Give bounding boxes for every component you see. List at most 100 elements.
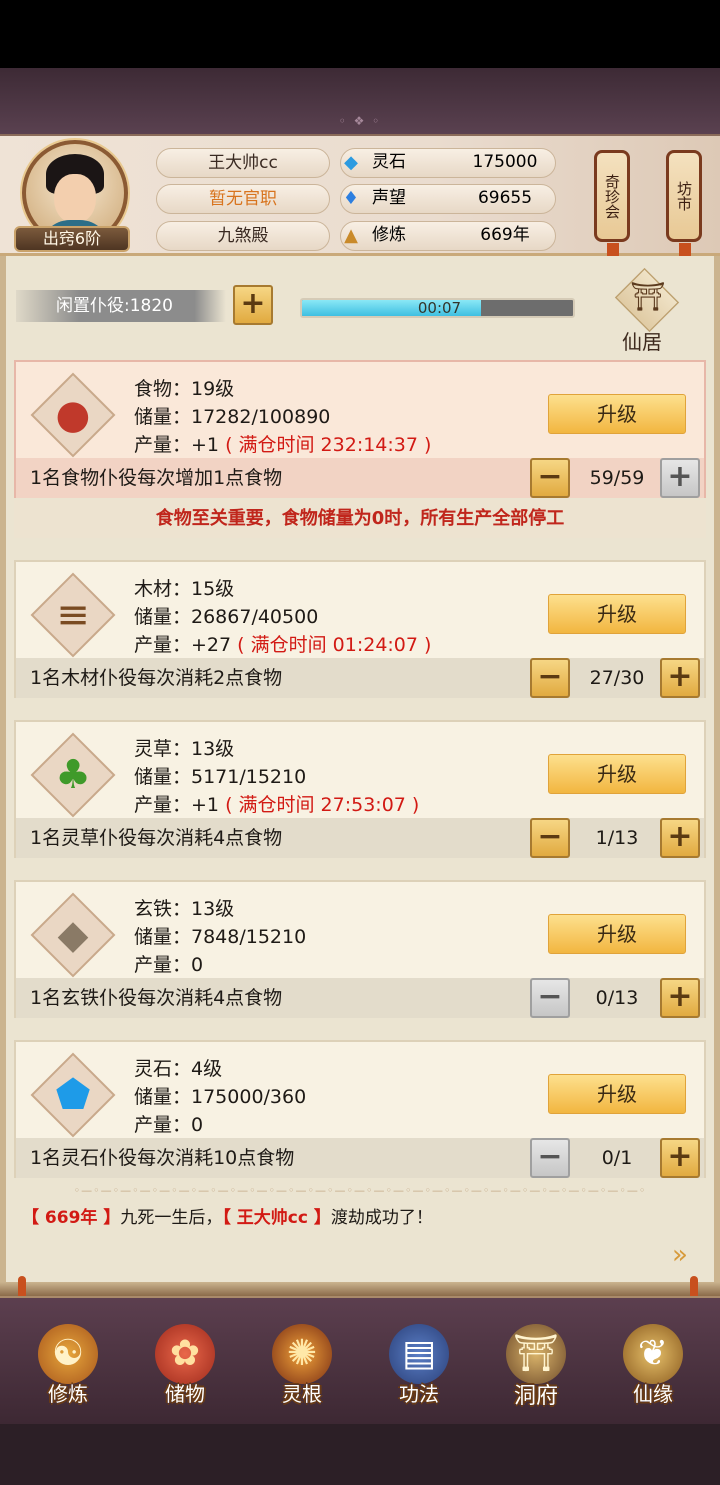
add-worker-button[interactable]: +	[660, 978, 700, 1018]
resource-card-herb: ♣ 灵草：13级 储量：5171/15210 产量：+1 ( 满仓时间 27:5…	[14, 720, 706, 858]
resource-level: 食物：19级	[134, 378, 235, 400]
nav-label: 仙缘	[633, 1382, 673, 1406]
nav-label: 修炼	[48, 1382, 88, 1406]
resource-output: 产量：0	[134, 954, 204, 976]
fortune-icon: ❦	[623, 1324, 683, 1384]
resource-output: 产量：0	[134, 1114, 204, 1136]
upgrade-button[interactable]: 升级	[548, 754, 686, 794]
logs-icon: ≡	[30, 572, 116, 658]
resource-cultivation: ▲ 修炼 669年	[150, 221, 570, 251]
log-text: 九死一生后，	[120, 1208, 223, 1228]
resource-card-spirit-stone: ⬟ 灵石：4级 储量：175000/360 产量：0 升级 1名灵石仆役每次消耗…	[14, 1040, 706, 1178]
worker-count: 59/59	[589, 467, 645, 489]
output-text: 产量：+27	[134, 634, 232, 656]
resource-label: 灵石	[372, 152, 406, 172]
remove-worker-button[interactable]: −	[530, 658, 570, 698]
production-timer-bar: 00:07	[300, 298, 575, 318]
full-time: ( 满仓时间 01:24:07 )	[237, 634, 432, 656]
resource-storage: 储量：17282/100890	[134, 406, 331, 428]
lantern-market[interactable]: 坊市	[666, 150, 702, 261]
resource-level: 玄铁：13级	[134, 898, 235, 920]
remove-worker-button[interactable]: −	[530, 458, 570, 498]
output-text: 产量：+1	[134, 794, 220, 816]
nav-label: 储物	[165, 1382, 205, 1406]
worker-row: 1名灵石仆役每次消耗10点食物 − 0/1 +	[16, 1138, 704, 1178]
resource-storage: 储量：7848/15210	[134, 926, 307, 948]
resource-level: 灵草：13级	[134, 738, 235, 760]
resource-value: 175000	[472, 152, 538, 172]
avatar-face	[54, 174, 96, 224]
nav-technique[interactable]: ▤ 功法	[369, 1316, 469, 1416]
worker-row: 1名木材仆役每次消耗2点食物 − 27/30 +	[16, 658, 704, 698]
scripture-icon: ▤	[389, 1324, 449, 1384]
nav-cave-mansion[interactable]: ⛩ 洞府	[486, 1316, 586, 1416]
worker-description: 1名木材仆役每次消耗2点食物	[30, 667, 283, 689]
remove-worker-button[interactable]: −	[530, 818, 570, 858]
food-warning: 食物至关重要，食物储量为0时，所有生产全部停工	[14, 500, 706, 538]
add-worker-button[interactable]: +	[660, 458, 700, 498]
full-time: ( 满仓时间 232:14:37 )	[225, 434, 432, 456]
pagoda-icon: ⛩	[630, 280, 666, 313]
resource-storage: 储量：175000/360	[134, 1086, 307, 1108]
prestige-icon: ♦	[342, 188, 360, 209]
worker-count: 0/1	[601, 1147, 633, 1169]
resource-level: 木材：15级	[134, 578, 235, 600]
upgrade-button[interactable]: 升级	[548, 394, 686, 434]
remove-worker-button[interactable]: −	[530, 978, 570, 1018]
residence-label[interactable]: 仙居	[622, 326, 662, 355]
cave-mansion-icon: ⛩	[506, 1324, 566, 1384]
resource-card-iron: ◆ 玄铁：13级 储量：7848/15210 产量：0 升级 1名玄铁仆役每次消…	[14, 880, 706, 1018]
spirit-root-icon: ✺	[272, 1324, 332, 1384]
worker-description: 1名玄铁仆役每次消耗4点食物	[30, 987, 283, 1009]
timer-text: 00:07	[417, 299, 462, 317]
resource-label: 声望	[372, 188, 406, 208]
ornament-divider: ◦—◦—◦—◦—◦—◦—◦—◦—◦—◦—◦—◦—◦—◦—◦—◦—◦—◦—◦—◦—…	[73, 1184, 647, 1197]
add-worker-button[interactable]: +	[660, 1138, 700, 1178]
add-idle-worker-button[interactable]: +	[233, 285, 273, 325]
resource-output: 产量：+1 ( 满仓时间 27:53:07 )	[134, 790, 419, 817]
full-time: ( 满仓时间 27:53:07 )	[225, 794, 420, 816]
worker-row: 1名玄铁仆役每次消耗4点食物 − 0/13 +	[16, 978, 704, 1018]
resource-level: 灵石：4级	[134, 1058, 223, 1080]
nav-cultivate[interactable]: ☯ 修炼	[18, 1316, 118, 1416]
resource-output: 产量：+1 ( 满仓时间 232:14:37 )	[134, 430, 431, 457]
remove-worker-button[interactable]: −	[530, 1138, 570, 1178]
upgrade-button[interactable]: 升级	[548, 914, 686, 954]
crystal-icon: ⬟	[30, 1052, 116, 1138]
banner-ornament: ◦ ❖ ◦	[338, 114, 382, 128]
resource-label: 修炼	[372, 225, 406, 245]
log-player: 【 王大帅cc 】	[222, 1208, 331, 1228]
resource-storage: 储量：5171/15210	[134, 766, 307, 788]
cultivate-icon: ☯	[38, 1324, 98, 1384]
worker-description: 1名灵草仆役每次消耗4点食物	[30, 827, 283, 849]
idle-workers-label: 闲置仆役:1820	[16, 290, 226, 322]
meat-icon: ●	[30, 372, 116, 458]
resource-card-wood: ≡ 木材：15级 储量：26867/40500 产量：+27 ( 满仓时间 01…	[14, 560, 706, 698]
upgrade-button[interactable]: 升级	[548, 594, 686, 634]
add-worker-button[interactable]: +	[660, 658, 700, 698]
event-log: 【 669年 】九死一生后，【 王大帅cc 】渡劫成功了！	[22, 1203, 433, 1228]
worker-count: 1/13	[595, 827, 639, 849]
nav-spirit-root[interactable]: ✺ 灵根	[252, 1316, 352, 1416]
cultivation-icon: ▲	[344, 225, 358, 246]
nav-label: 灵根	[282, 1382, 322, 1406]
resource-output: 产量：+27 ( 满仓时间 01:24:07 )	[134, 630, 431, 657]
resource-card-food: ● 食物：19级 储量：17282/100890 产量：+1 ( 满仓时间 23…	[14, 360, 706, 498]
next-arrow-icon[interactable]: »	[672, 1240, 688, 1270]
resource-prestige: ♦ 声望 69655	[150, 184, 570, 214]
nav-label: 功法	[399, 1382, 439, 1406]
resource-storage: 储量：26867/40500	[134, 606, 319, 628]
top-banner: ◦ ❖ ◦	[0, 68, 720, 136]
lantern-treasure-fair[interactable]: 奇珍会	[594, 150, 630, 261]
nav-storage[interactable]: ✿ 储物	[135, 1316, 235, 1416]
nav-fortune[interactable]: ❦ 仙缘	[603, 1316, 703, 1416]
upgrade-button[interactable]: 升级	[548, 1074, 686, 1114]
worker-description: 1名灵石仆役每次消耗10点食物	[30, 1147, 295, 1169]
output-text: 产量：+1	[134, 434, 220, 456]
herb-icon: ♣	[30, 732, 116, 818]
ore-icon: ◆	[30, 892, 116, 978]
log-year: 【 669年 】	[22, 1208, 121, 1228]
rank-badge: 出窍6阶	[14, 226, 130, 252]
worker-description: 1名食物仆役每次增加1点食物	[30, 467, 283, 489]
add-worker-button[interactable]: +	[660, 818, 700, 858]
